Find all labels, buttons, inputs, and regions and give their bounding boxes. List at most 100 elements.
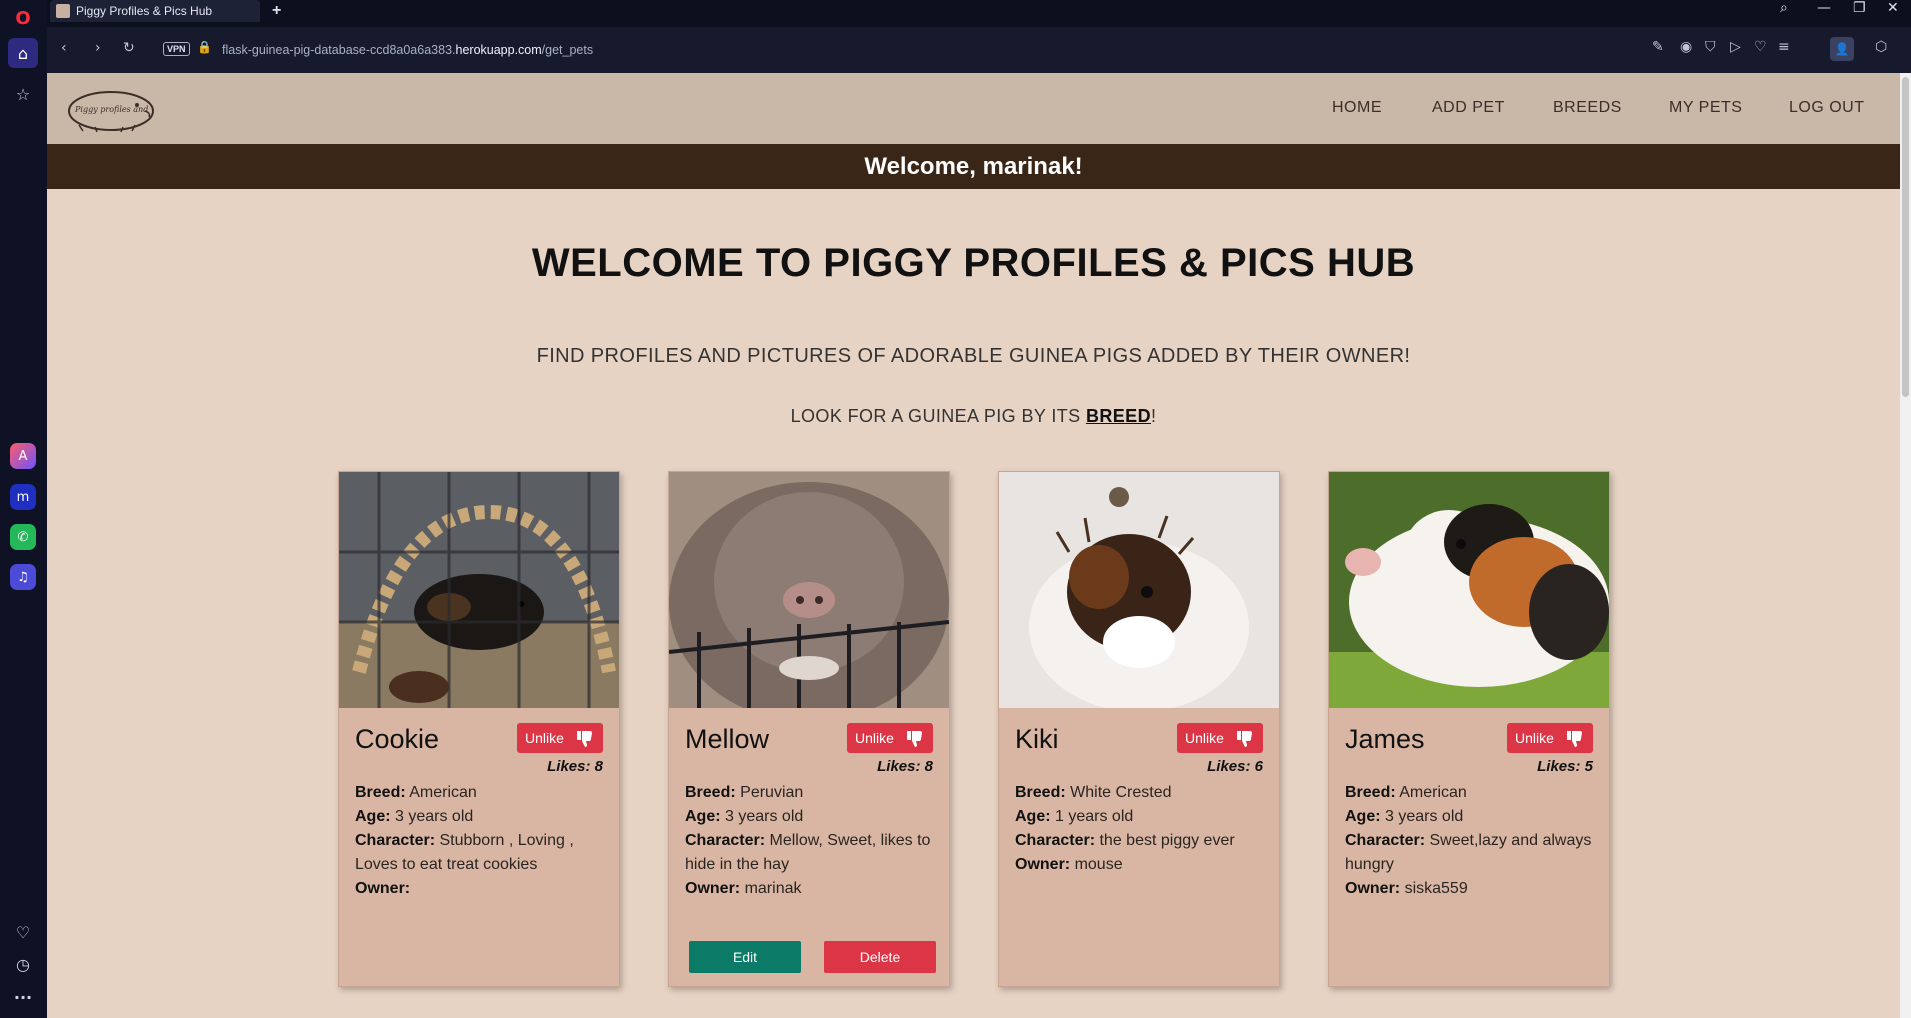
vpn-badge[interactable]: VPN: [163, 42, 190, 56]
favorites-icon[interactable]: ♡: [1754, 39, 1767, 55]
home-icon[interactable]: ⌂: [8, 38, 38, 68]
likes-value: 8: [594, 758, 603, 775]
owner-row: Owner: marinak: [685, 877, 940, 901]
age-value: 3 years old: [395, 808, 474, 825]
page-scrollbar[interactable]: [1900, 73, 1911, 1018]
address-bar: ‹ › ↻ VPN 🔒 flask-guinea-pig-database-cc…: [47, 27, 1911, 73]
owner-row: Owner: siska559: [1345, 877, 1600, 901]
owner-row: Owner: mouse: [1015, 853, 1270, 877]
tab-bar: Piggy Profiles & Pics Hub + ⌕ — ❐ ✕: [47, 0, 1911, 25]
pet-details: Breed: American Age: 3 years old Charact…: [1345, 781, 1600, 901]
pet-card-james: James Unlike Likes: 5 Breed: American Ag…: [1328, 471, 1610, 987]
breed-value: White Crested: [1070, 784, 1172, 801]
logo-text: Piggy profiles and: [74, 105, 148, 114]
reload-icon[interactable]: ↻: [123, 40, 135, 56]
breed-row: Breed: American: [1345, 781, 1600, 805]
unlike-button[interactable]: Unlike: [1507, 723, 1593, 753]
delete-button[interactable]: Delete: [824, 941, 936, 973]
nav-breeds[interactable]: BREEDS: [1553, 99, 1622, 117]
unlike-button[interactable]: Unlike: [1177, 723, 1263, 753]
breed-value: American: [1399, 784, 1467, 801]
unlike-label: Unlike: [1185, 730, 1224, 746]
owner-label: Owner:: [1015, 856, 1071, 873]
extensions-icon[interactable]: ⬡: [1875, 39, 1887, 55]
camera-icon[interactable]: ◉: [1680, 39, 1692, 55]
age-row: Age: 1 years old: [1015, 805, 1270, 829]
aria-icon[interactable]: A: [10, 443, 36, 469]
messenger-icon[interactable]: m: [10, 484, 36, 510]
whatsapp-icon[interactable]: ✆: [10, 524, 36, 550]
site-logo[interactable]: Piggy profiles and: [65, 85, 157, 133]
breed-prompt-suffix: !: [1150, 406, 1157, 426]
send-icon[interactable]: ▷: [1730, 39, 1741, 55]
age-value: 3 years old: [1385, 808, 1464, 825]
age-value: 3 years old: [725, 808, 804, 825]
thumbs-down-icon: [907, 731, 922, 747]
nav-home[interactable]: HOME: [1332, 99, 1382, 117]
character-row: Character: Stubborn , Loving , Loves to …: [355, 829, 610, 877]
new-tab-icon[interactable]: +: [272, 2, 281, 20]
forward-icon[interactable]: ›: [95, 40, 101, 56]
page-title: WELCOME TO PIGGY PROFILES & PICS HUB: [531, 241, 1416, 285]
favicon-icon: [56, 4, 70, 18]
owner-label: Owner:: [1345, 880, 1401, 897]
thumbs-down-icon: [577, 731, 592, 747]
more-icon[interactable]: ···: [8, 982, 38, 1012]
character-value: the best piggy ever: [1099, 832, 1235, 849]
edit-button[interactable]: Edit: [689, 941, 801, 973]
browser-sidebar: O ⌂ ☆ A m ✆ ♫ ♡ ◷ ···: [0, 0, 47, 1018]
owner-value: marinak: [744, 880, 802, 897]
nav-my-pets[interactable]: MY PETS: [1669, 99, 1742, 117]
owner-label: Owner:: [355, 880, 411, 897]
pet-photo-james: [1329, 472, 1609, 708]
breed-prompt-prefix: LOOK FOR A GUINEA PIG BY ITS: [790, 406, 1086, 426]
search-tabs-icon[interactable]: ⌕: [1780, 0, 1788, 16]
breed-label: Breed:: [1345, 784, 1396, 801]
unlike-label: Unlike: [525, 730, 564, 746]
nav-log-out[interactable]: LOG OUT: [1789, 99, 1865, 117]
unlike-button[interactable]: Unlike: [847, 723, 933, 753]
minimize-icon[interactable]: —: [1817, 0, 1831, 16]
menu-icon[interactable]: ≡: [1778, 39, 1790, 55]
music-player-icon[interactable]: ♫: [10, 564, 36, 590]
likes-label: Likes:: [547, 758, 591, 775]
profile-icon[interactable]: 👤: [1830, 37, 1854, 61]
browser-tab[interactable]: Piggy Profiles & Pics Hub: [50, 0, 260, 22]
age-row: Age: 3 years old: [685, 805, 940, 829]
url-field[interactable]: flask-guinea-pig-database-ccd8a0a6a383.h…: [222, 43, 593, 57]
pet-name: James: [1345, 724, 1425, 754]
scrollbar-thumb[interactable]: [1902, 77, 1909, 397]
shield-icon[interactable]: ⛉: [1705, 39, 1716, 55]
opera-logo-icon[interactable]: O: [8, 3, 38, 33]
lock-icon[interactable]: 🔒: [197, 40, 212, 54]
back-icon[interactable]: ‹: [61, 40, 67, 56]
likes-count: Likes: 8: [877, 758, 933, 775]
history-icon[interactable]: ◷: [8, 949, 38, 979]
unlike-label: Unlike: [1515, 730, 1554, 746]
heart-icon[interactable]: ♡: [8, 917, 38, 947]
pet-photo-mellow: [669, 472, 949, 708]
snap-icon[interactable]: ✎: [1652, 39, 1664, 55]
breed-row: Breed: Peruvian: [685, 781, 940, 805]
url-path: /get_pets: [541, 43, 594, 57]
pet-card-kiki: Kiki Unlike Likes: 6 Breed: White Creste…: [998, 471, 1280, 987]
breed-value: Peruvian: [740, 784, 804, 801]
breed-link[interactable]: BREED: [1086, 406, 1151, 426]
breed-label: Breed:: [685, 784, 736, 801]
pet-name: Mellow: [685, 724, 770, 754]
close-window-icon[interactable]: ✕: [1887, 0, 1899, 16]
character-label: Character:: [355, 832, 436, 849]
maximize-icon[interactable]: ❐: [1853, 0, 1866, 16]
thumbs-down-icon: [1237, 731, 1252, 747]
nav-add-pet[interactable]: ADD PET: [1432, 99, 1505, 117]
thumbs-down-icon: [1567, 731, 1582, 747]
breed-label: Breed:: [1015, 784, 1066, 801]
pet-details: Breed: White Crested Age: 1 years old Ch…: [1015, 781, 1270, 877]
breed-prompt: LOOK FOR A GUINEA PIG BY ITS BREED!: [47, 406, 1900, 427]
breed-value: American: [409, 784, 477, 801]
speed-dial-icon[interactable]: ☆: [8, 79, 38, 109]
pet-photo-kiki: [999, 472, 1279, 708]
unlike-button[interactable]: Unlike: [517, 723, 603, 753]
pet-details: Breed: Peruvian Age: 3 years old Charact…: [685, 781, 940, 901]
likes-count: Likes: 5: [1537, 758, 1593, 775]
